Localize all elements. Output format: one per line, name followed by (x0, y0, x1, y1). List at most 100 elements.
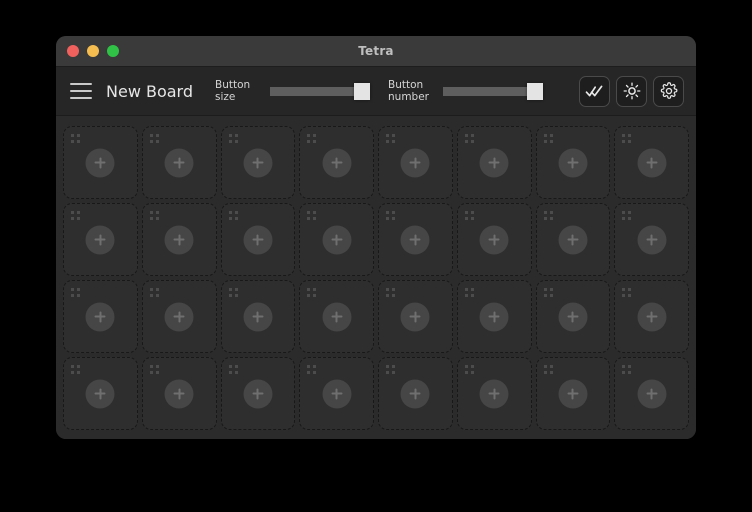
grip-dots-icon[interactable] (228, 211, 238, 220)
grid-cell[interactable] (220, 280, 296, 353)
grid-cell[interactable] (614, 357, 689, 430)
grid-cell[interactable] (378, 280, 453, 353)
grip-dots-icon[interactable] (464, 288, 474, 297)
grid-cell[interactable] (220, 357, 296, 430)
add-button-icon[interactable] (164, 379, 194, 408)
grip-dots-icon[interactable] (307, 288, 317, 297)
minimize-button[interactable] (87, 45, 99, 57)
brightness-button[interactable] (616, 75, 647, 107)
grid-cell[interactable] (378, 203, 453, 276)
grid-cell[interactable] (63, 203, 138, 276)
settings-button[interactable] (653, 75, 684, 107)
add-button-icon[interactable] (637, 148, 667, 177)
add-button-icon[interactable] (85, 148, 115, 177)
grip-dots-icon[interactable] (307, 365, 317, 374)
add-button-icon[interactable] (322, 225, 352, 254)
grid-cell[interactable] (456, 280, 532, 353)
grip-dots-icon[interactable] (307, 134, 317, 143)
grip-dots-icon[interactable] (149, 365, 159, 374)
board-title[interactable]: New Board (106, 82, 193, 101)
grid-cell[interactable] (220, 126, 296, 199)
grid-cell[interactable] (299, 126, 374, 199)
grip-dots-icon[interactable] (543, 365, 553, 374)
add-button-icon[interactable] (85, 379, 115, 408)
grid-cell[interactable] (456, 357, 532, 430)
add-button-icon[interactable] (637, 302, 667, 331)
grid-cell[interactable] (141, 357, 217, 430)
grip-dots-icon[interactable] (71, 134, 80, 143)
button-number-slider-thumb[interactable] (527, 83, 544, 100)
grip-dots-icon[interactable] (228, 288, 238, 297)
grid-cell[interactable] (614, 126, 689, 199)
add-button-icon[interactable] (558, 148, 588, 177)
grid-cell[interactable] (299, 357, 374, 430)
grid-cell[interactable] (63, 126, 138, 199)
add-button-icon[interactable] (243, 225, 273, 254)
add-button-icon[interactable] (479, 379, 509, 408)
grid-cell[interactable] (535, 203, 611, 276)
grip-dots-icon[interactable] (543, 211, 553, 220)
grid-cell[interactable] (614, 203, 689, 276)
grip-dots-icon[interactable] (543, 134, 553, 143)
grid-cell[interactable] (299, 280, 374, 353)
grip-dots-icon[interactable] (386, 134, 395, 143)
add-button-icon[interactable] (400, 225, 430, 254)
add-button-icon[interactable] (164, 225, 194, 254)
grip-dots-icon[interactable] (228, 134, 238, 143)
button-size-slider-thumb[interactable] (354, 83, 371, 100)
add-button-icon[interactable] (322, 379, 352, 408)
add-button-icon[interactable] (243, 379, 273, 408)
grid-cell[interactable] (141, 203, 217, 276)
grip-dots-icon[interactable] (71, 211, 80, 220)
grid-cell[interactable] (141, 126, 217, 199)
grid-cell[interactable] (63, 357, 138, 430)
grip-dots-icon[interactable] (149, 134, 159, 143)
add-button-icon[interactable] (637, 379, 667, 408)
grip-dots-icon[interactable] (71, 365, 80, 374)
grip-dots-icon[interactable] (543, 288, 553, 297)
grid-cell[interactable] (299, 203, 374, 276)
grip-dots-icon[interactable] (622, 288, 632, 297)
grip-dots-icon[interactable] (386, 288, 395, 297)
grid-cell[interactable] (141, 280, 217, 353)
grid-cell[interactable] (535, 357, 611, 430)
grip-dots-icon[interactable] (464, 365, 474, 374)
add-button-icon[interactable] (85, 302, 115, 331)
grip-dots-icon[interactable] (464, 211, 474, 220)
grip-dots-icon[interactable] (149, 211, 159, 220)
add-button-icon[interactable] (400, 148, 430, 177)
grip-dots-icon[interactable] (622, 134, 632, 143)
add-button-icon[interactable] (479, 148, 509, 177)
add-button-icon[interactable] (479, 302, 509, 331)
grid-cell[interactable] (535, 280, 611, 353)
add-button-icon[interactable] (558, 302, 588, 331)
add-button-icon[interactable] (479, 225, 509, 254)
grip-dots-icon[interactable] (149, 288, 159, 297)
button-number-slider[interactable] (443, 81, 544, 101)
grid-cell[interactable] (456, 203, 532, 276)
add-button-icon[interactable] (400, 302, 430, 331)
close-button[interactable] (67, 45, 79, 57)
add-button-icon[interactable] (400, 379, 430, 408)
add-button-icon[interactable] (85, 225, 115, 254)
add-button-icon[interactable] (243, 148, 273, 177)
add-button-icon[interactable] (243, 302, 273, 331)
grip-dots-icon[interactable] (386, 365, 395, 374)
grid-cell[interactable] (63, 280, 138, 353)
grip-dots-icon[interactable] (71, 288, 80, 297)
add-button-icon[interactable] (322, 148, 352, 177)
button-size-slider[interactable] (270, 81, 371, 101)
add-button-icon[interactable] (637, 225, 667, 254)
confirm-all-button[interactable] (579, 75, 610, 107)
grip-dots-icon[interactable] (622, 211, 632, 220)
grid-cell[interactable] (456, 126, 532, 199)
grip-dots-icon[interactable] (622, 365, 632, 374)
add-button-icon[interactable] (558, 225, 588, 254)
grip-dots-icon[interactable] (228, 365, 238, 374)
grid-cell[interactable] (220, 203, 296, 276)
add-button-icon[interactable] (164, 302, 194, 331)
maximize-button[interactable] (107, 45, 119, 57)
grip-dots-icon[interactable] (386, 211, 395, 220)
grip-dots-icon[interactable] (307, 211, 317, 220)
grid-cell[interactable] (614, 280, 689, 353)
